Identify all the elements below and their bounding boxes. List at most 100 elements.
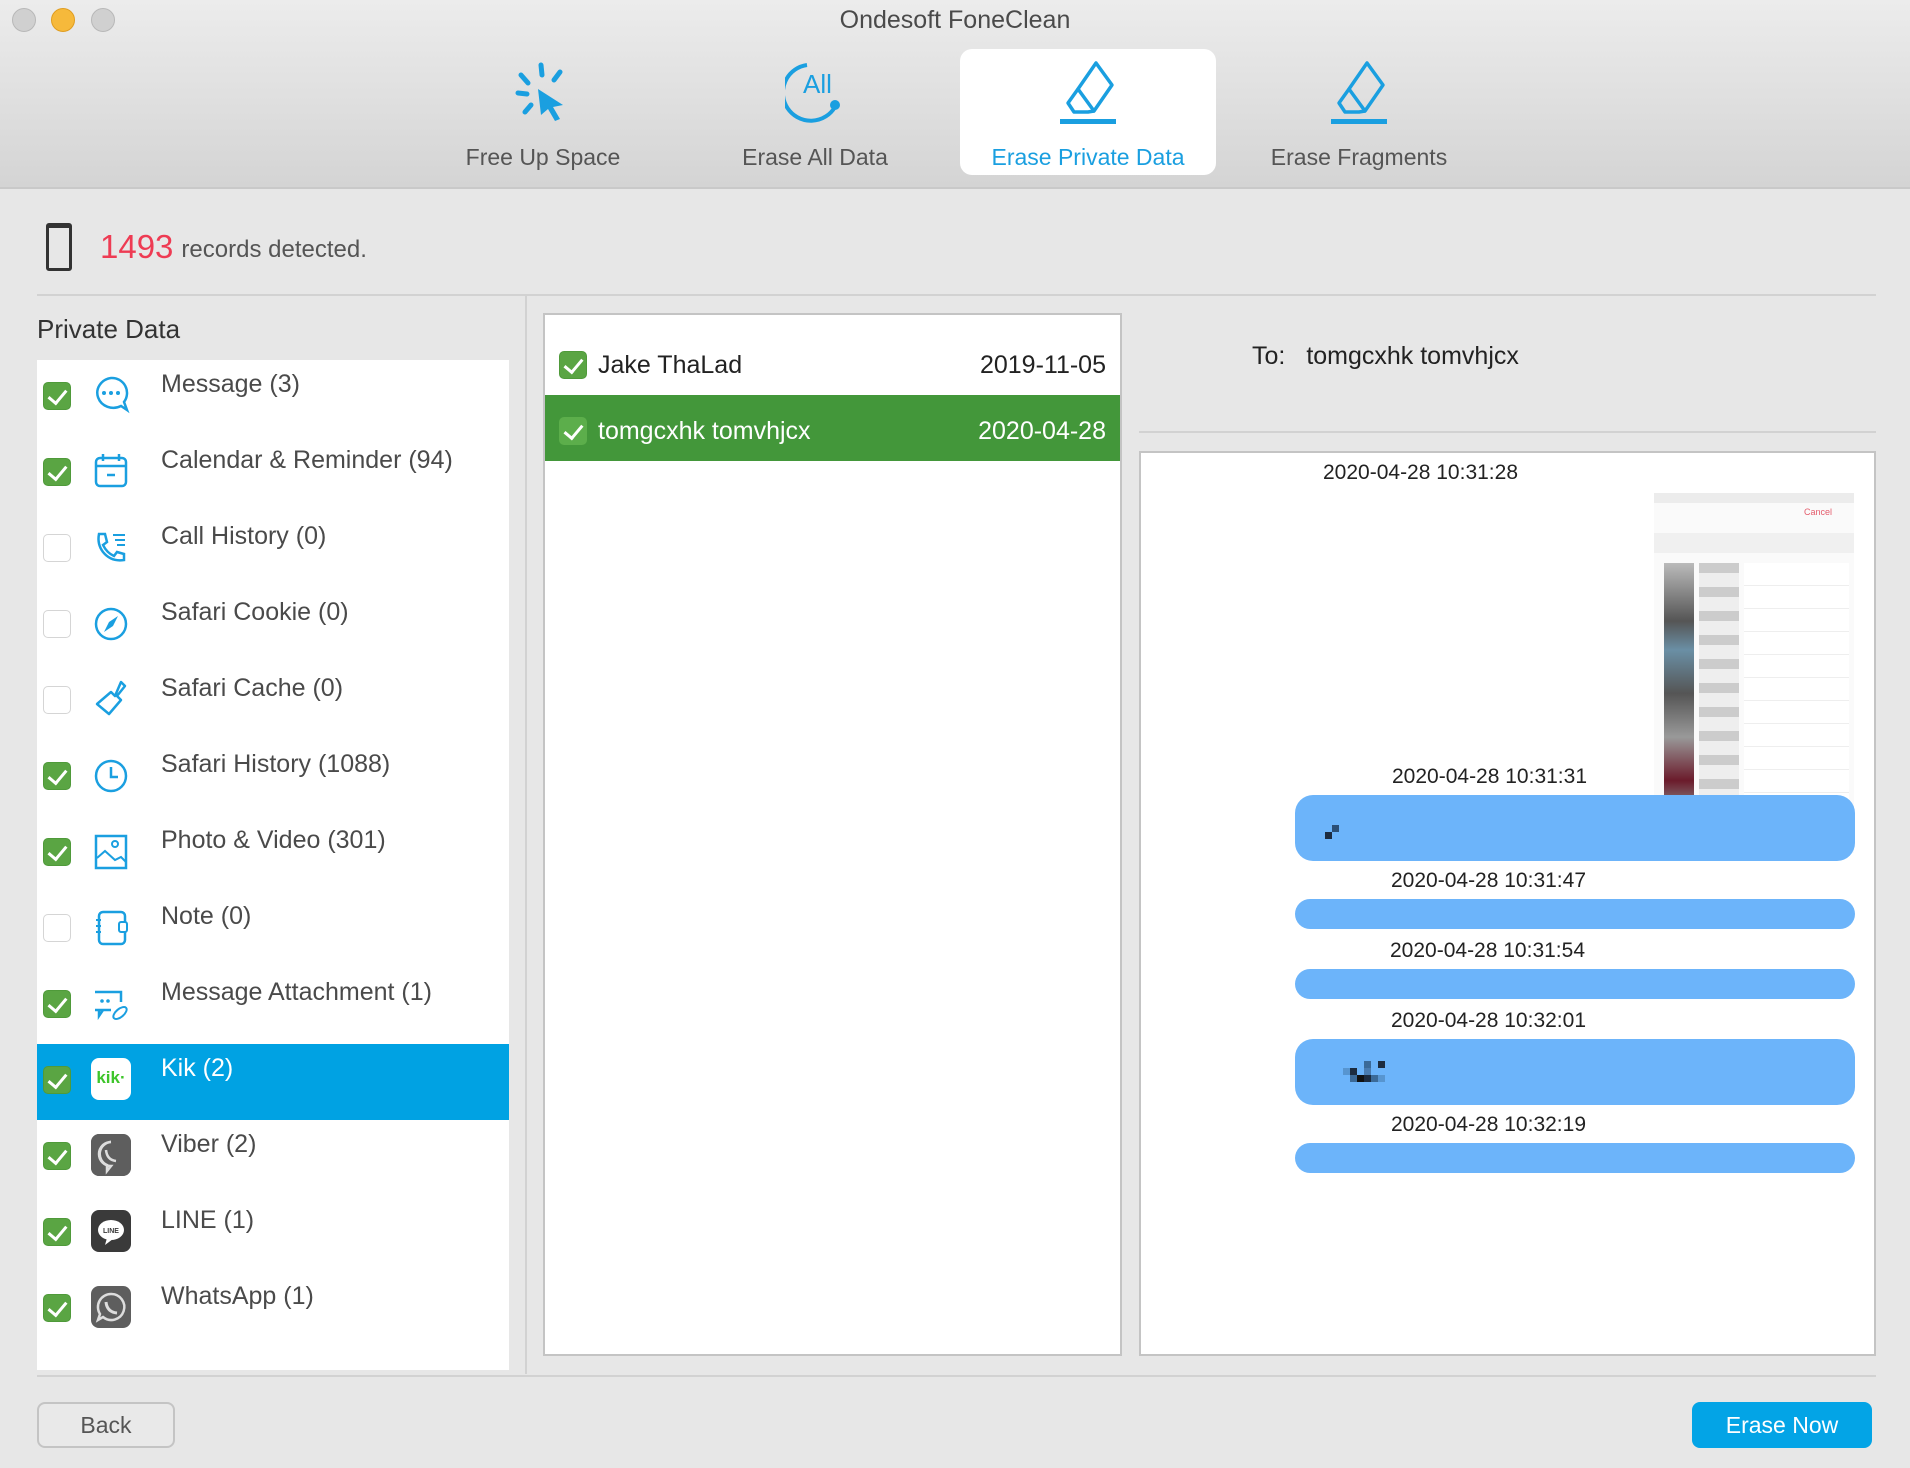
erase-all-icon: All xyxy=(785,63,840,123)
checkbox[interactable] xyxy=(559,351,587,379)
line-icon: LINE xyxy=(91,1210,131,1252)
window-title: Ondesoft FoneClean xyxy=(839,6,1071,34)
clock-icon xyxy=(94,759,128,793)
recipient-line: To: tomgcxhk tomvhjcx xyxy=(1252,342,1519,371)
category-label: Message (3) xyxy=(161,370,300,398)
message-bubble xyxy=(1295,795,1855,861)
divider xyxy=(525,296,527,1374)
message-bubble xyxy=(1295,1143,1855,1173)
tab-label: Erase Fragments xyxy=(1270,144,1448,170)
conversation-name: tomgcxhk tomvhjcx xyxy=(598,417,811,445)
conversation-date: 2020-04-28 xyxy=(978,417,1106,445)
category-whatsapp[interactable]: WhatsApp (1) xyxy=(37,1272,509,1348)
category-viber[interactable]: Viber (2) xyxy=(37,1120,509,1196)
checkbox[interactable] xyxy=(43,458,71,486)
conversation-date: 2019-11-05 xyxy=(979,351,1106,379)
records-count: 1493 xyxy=(100,228,174,265)
category-label: LINE (1) xyxy=(161,1206,255,1234)
category-label: Kik (2) xyxy=(161,1054,234,1082)
checkbox[interactable] xyxy=(43,382,71,410)
category-photo-video[interactable]: Photo & Video (301) xyxy=(37,816,509,892)
category-safari-history[interactable]: Safari History (1088) xyxy=(37,740,509,816)
conversation-list: Jake ThaLad 2019-11-05 tomgcxhk tomvhjcx… xyxy=(543,313,1122,1356)
private-data-heading: Private Data xyxy=(37,314,181,344)
checkbox[interactable] xyxy=(43,1066,71,1094)
tab-erase-private-data[interactable]: Erase Private Data xyxy=(960,49,1216,175)
category-note[interactable]: Note (0) xyxy=(37,892,509,968)
to-label: To: xyxy=(1252,342,1286,370)
message-bubble-icon xyxy=(96,376,130,414)
calendar-icon xyxy=(94,454,128,488)
private-data-list: Message (3) Calendar & Reminder (94) Cal… xyxy=(37,360,509,1370)
tab-label: Erase All Data xyxy=(742,144,888,170)
category-label: Safari Cache (0) xyxy=(161,674,344,702)
checkbox[interactable] xyxy=(43,914,71,942)
tab-label: Erase Private Data xyxy=(991,144,1185,170)
viber-icon xyxy=(91,1134,131,1176)
records-text: records detected. xyxy=(181,236,367,263)
category-message[interactable]: Message (3) xyxy=(37,360,509,436)
checkbox[interactable] xyxy=(43,838,71,866)
recipient-name: tomgcxhk tomvhjcx xyxy=(1306,342,1519,370)
divider xyxy=(37,294,1876,296)
conversation-name: Jake ThaLad xyxy=(598,351,743,379)
whatsapp-icon xyxy=(91,1286,131,1328)
back-button[interactable]: Back xyxy=(37,1402,175,1448)
message-timestamp: 2020-04-28 10:31:28 xyxy=(1323,461,1518,484)
message-timestamp: 2020-04-28 10:31:31 xyxy=(1392,765,1587,788)
photo-icon xyxy=(94,834,128,870)
category-label: Note (0) xyxy=(161,902,252,930)
erase-now-button[interactable]: Erase Now xyxy=(1692,1402,1872,1448)
eraser-icon xyxy=(1331,61,1387,124)
message-detail-panel: 2020-04-28 10:31:28 Cancel 2020-04-28 10… xyxy=(1139,451,1876,1356)
attachment-icon xyxy=(95,990,128,1021)
checkbox[interactable] xyxy=(43,1142,71,1170)
compass-icon xyxy=(94,607,128,641)
conversation-row[interactable]: Jake ThaLad 2019-11-05 xyxy=(545,329,1120,395)
notebook-icon xyxy=(96,910,128,946)
checkbox[interactable] xyxy=(43,686,71,714)
checkbox[interactable] xyxy=(559,417,587,445)
category-line[interactable]: LINE LINE (1) xyxy=(37,1196,509,1272)
message-bubble xyxy=(1295,969,1855,999)
category-kik[interactable]: kik· Kik (2) xyxy=(37,1044,509,1120)
category-label: WhatsApp (1) xyxy=(161,1282,314,1310)
category-calendar-reminder[interactable]: Calendar & Reminder (94) xyxy=(37,436,509,512)
category-label: Safari History (1088) xyxy=(161,750,391,778)
tab-free-up-space[interactable]: Free Up Space xyxy=(415,49,671,175)
checkbox[interactable] xyxy=(43,534,71,562)
cursor-click-icon xyxy=(515,62,563,121)
category-label: Message Attachment (1) xyxy=(161,978,432,1006)
phone-icon xyxy=(46,223,72,271)
message-timestamp: 2020-04-28 10:31:47 xyxy=(1391,869,1586,892)
tab-erase-all-data[interactable]: All Erase All Data xyxy=(687,49,943,175)
svg-text:All: All xyxy=(803,69,832,99)
category-label: Calendar & Reminder (94) xyxy=(161,446,453,474)
phone-call-icon xyxy=(97,532,126,562)
tab-label: Free Up Space xyxy=(465,144,621,170)
brush-icon xyxy=(95,680,127,716)
message-timestamp: 2020-04-28 10:32:01 xyxy=(1391,1009,1586,1032)
tab-erase-fragments[interactable]: Erase Fragments xyxy=(1231,49,1487,175)
toolbar: Ondesoft FoneClean Free Up Space All Era… xyxy=(0,0,1910,189)
category-label: Safari Cookie (0) xyxy=(161,598,349,626)
message-bubble xyxy=(1295,1039,1855,1105)
conversation-row[interactable]: tomgcxhk tomvhjcx 2020-04-28 xyxy=(545,395,1120,461)
checkbox[interactable] xyxy=(43,610,71,638)
checkbox[interactable] xyxy=(43,990,71,1018)
checkbox[interactable] xyxy=(43,762,71,790)
category-safari-cookie[interactable]: Safari Cookie (0) xyxy=(37,588,509,664)
kik-icon: kik· xyxy=(91,1058,131,1100)
category-label: Photo & Video (301) xyxy=(161,826,386,854)
category-message-attachment[interactable]: Message Attachment (1) xyxy=(37,968,509,1044)
checkbox[interactable] xyxy=(43,1294,71,1322)
svg-text:LINE: LINE xyxy=(103,1228,119,1235)
category-label: Call History (0) xyxy=(161,522,327,550)
checkbox[interactable] xyxy=(43,1218,71,1246)
divider xyxy=(1139,431,1876,433)
message-bubble xyxy=(1295,899,1855,929)
category-safari-cache[interactable]: Safari Cache (0) xyxy=(37,664,509,740)
message-timestamp: 2020-04-28 10:31:54 xyxy=(1390,939,1585,962)
category-call-history[interactable]: Call History (0) xyxy=(37,512,509,588)
records-summary: 1493 records detected. xyxy=(46,222,367,272)
